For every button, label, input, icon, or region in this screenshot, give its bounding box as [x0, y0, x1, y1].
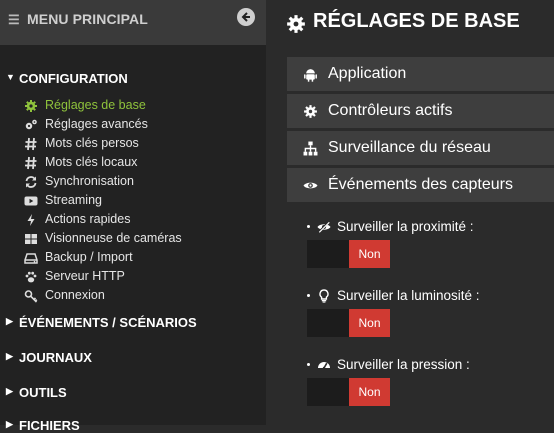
setting-label: Surveiller la luminosité :	[337, 288, 480, 303]
lightbulb-icon	[319, 289, 329, 303]
gear-icon	[25, 100, 37, 112]
eye-slash-icon	[317, 221, 331, 233]
caret-down-icon: ▼	[6, 72, 15, 82]
toggle-state: Non	[349, 309, 390, 337]
grid-icon	[25, 234, 37, 244]
gear-icon	[304, 105, 317, 118]
sidebar-item-label: Serveur HTTP	[45, 269, 125, 283]
toggle-proximite[interactable]: Non	[307, 240, 390, 268]
section-label: ÉVÉNEMENTS / SCÉNARIOS	[19, 315, 197, 330]
back-arrow-icon[interactable]	[237, 8, 255, 26]
accordion-label: Contrôleurs actifs	[328, 102, 453, 119]
toggle-track	[307, 378, 349, 406]
hash-icon	[25, 156, 37, 170]
setting-label: Surveiller la pression :	[337, 357, 470, 372]
android-icon	[304, 69, 317, 82]
accordion-evenements-des-capteurs[interactable]: Événements des capteurs	[287, 168, 554, 202]
caret-right-icon: ▶	[6, 351, 13, 361]
section-label: FICHIERS	[19, 418, 80, 433]
gears-icon	[25, 119, 37, 130]
drive-icon	[24, 253, 38, 264]
sidebar-item-label: Connexion	[45, 288, 105, 302]
sidebar-item-label: Actions rapides	[45, 212, 131, 226]
toggle-luminosite[interactable]: Non	[307, 309, 390, 337]
accordion-label: Application	[328, 65, 407, 82]
accordion-controleurs-actifs[interactable]: Contrôleurs actifs	[287, 94, 554, 128]
sitemap-icon	[303, 141, 318, 156]
sidebar-item-label: Backup / Import	[45, 250, 133, 264]
paw-icon	[25, 271, 37, 283]
bullet	[307, 363, 310, 366]
section-label: CONFIGURATION	[19, 71, 128, 86]
hash-icon	[25, 137, 37, 151]
sidebar-header: ☰ MENU PRINCIPAL	[0, 0, 266, 45]
accordion-label: Événements des capteurs	[328, 176, 513, 193]
key-icon	[24, 290, 38, 303]
menu-icon[interactable]: ☰	[8, 12, 20, 28]
toggle-state: Non	[349, 240, 390, 268]
caret-right-icon: ▶	[6, 316, 13, 326]
eye-icon	[303, 182, 318, 189]
sidebar-item-label: Réglages de base	[45, 98, 146, 112]
gauge-icon	[318, 362, 330, 370]
sidebar-item-label: Mots clés persos	[45, 136, 139, 150]
bullet	[307, 225, 310, 228]
section-label: JOURNAUX	[19, 350, 92, 365]
toggle-track	[307, 240, 349, 268]
sidebar-item-label: Mots clés locaux	[45, 155, 138, 169]
sidebar-item-label: Synchronisation	[45, 174, 134, 188]
caret-right-icon: ▶	[6, 386, 13, 396]
sidebar-item-label: Visionneuse de caméras	[45, 231, 182, 245]
setting-label: Surveiller la proximité :	[337, 219, 474, 234]
toggle-state: Non	[349, 378, 390, 406]
bolt-icon	[27, 214, 35, 226]
accordion-application[interactable]: Application	[287, 57, 554, 91]
page-title-text: RÉGLAGES DE BASE	[313, 10, 520, 32]
sync-icon	[25, 176, 37, 188]
sidebar-item-label: Streaming	[45, 193, 102, 207]
sidebar-item-label: Réglages avancés	[45, 117, 148, 131]
bullet	[307, 294, 310, 297]
sidebar: ☰ MENU PRINCIPAL ▼ CONFIGURATION Réglage…	[0, 0, 266, 433]
accordion-label: Surveillance du réseau	[328, 139, 491, 156]
gear-icon	[287, 15, 305, 33]
toggle-track	[307, 309, 349, 337]
section-label: OUTILS	[19, 385, 67, 400]
toggle-pression[interactable]: Non	[307, 378, 390, 406]
play-icon	[24, 196, 38, 206]
accordion-surveillance-du-reseau[interactable]: Surveillance du réseau	[287, 131, 554, 165]
sidebar-title: MENU PRINCIPAL	[27, 11, 148, 27]
